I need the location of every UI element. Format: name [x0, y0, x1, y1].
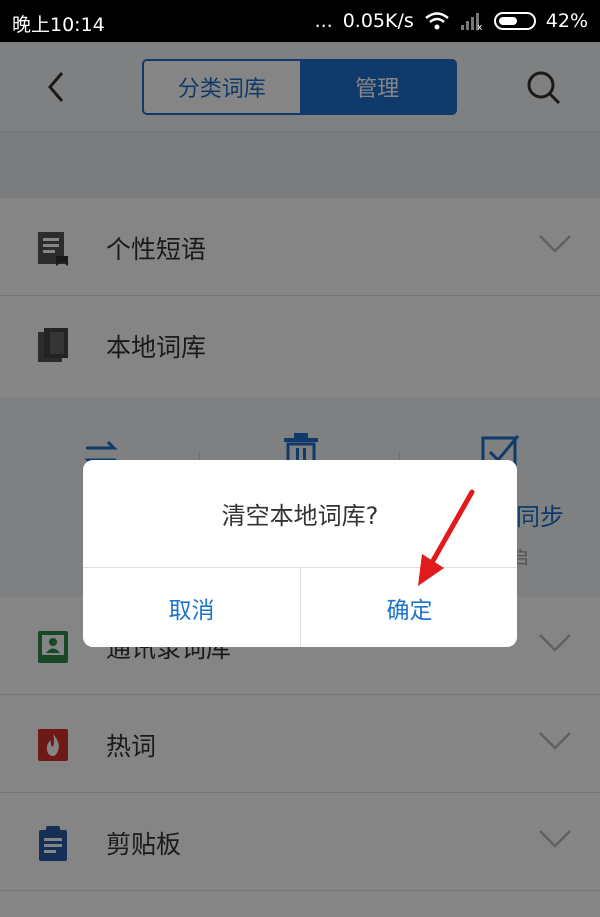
annotation-arrow-icon [418, 489, 475, 586]
status-time: 晚上10:14 [12, 14, 105, 36]
svg-text:x: x [477, 23, 483, 31]
status-bar: 晚上10:14 ... 0.05K/s x 42% [0, 0, 600, 42]
wifi-icon [424, 12, 449, 30]
status-dots: ... [314, 10, 333, 32]
confirm-button[interactable]: 确定 [301, 568, 517, 647]
cancel-button[interactable]: 取消 [83, 568, 300, 647]
status-right: ... 0.05K/s x 42% [315, 10, 588, 32]
network-speed: 0.05K/s [342, 10, 414, 32]
signal-icon: x [460, 13, 483, 31]
battery-percent: 42% [545, 10, 588, 32]
battery-icon [493, 12, 536, 30]
